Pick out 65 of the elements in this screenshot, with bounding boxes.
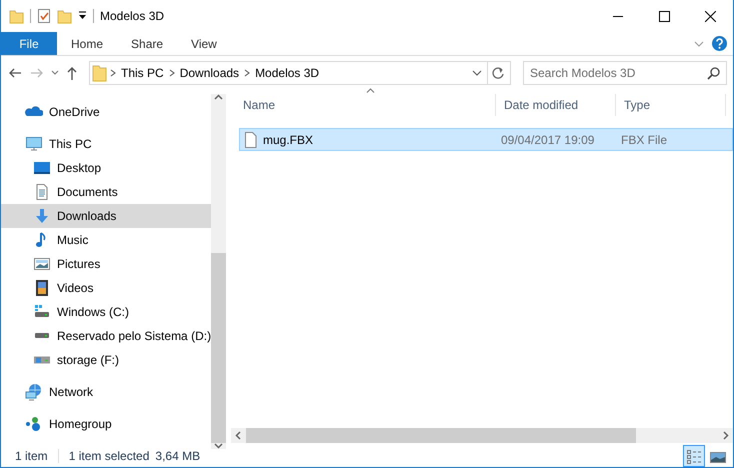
date-cell-text: 09/04/2017 19:09 (501, 132, 596, 148)
download-arrow-icon (33, 207, 51, 225)
vertical-scrollbar[interactable] (211, 94, 226, 449)
horizontal-scrollbar[interactable] (231, 428, 733, 443)
ribbon-tab[interactable]: Share (117, 32, 178, 55)
help-icon[interactable] (712, 36, 727, 51)
breadcrumb-item[interactable]: This PC (118, 64, 167, 82)
breadcrumb-item[interactable]: Downloads (176, 64, 242, 82)
recent-dropdown-icon[interactable] (51, 70, 59, 76)
computer-icon (25, 135, 43, 153)
scroll-up-icon[interactable] (214, 94, 223, 100)
search-box[interactable]: Search Modelos 3D (523, 61, 727, 85)
sidebar-item[interactable]: Homegroup (1, 412, 211, 436)
selection-count: 1 item selected (68, 448, 150, 465)
file-row[interactable]: mug.FBX 09/04/2017 19:09 FBX File (239, 128, 733, 151)
sidebar-item[interactable]: Network (1, 380, 211, 404)
sidebar-item[interactable]: Pictures (1, 252, 211, 276)
list-icon (685, 447, 703, 465)
sidebar-item[interactable]: Reservado pelo Sistema (D:) (1, 324, 211, 348)
address-bar[interactable]: This PC Downloads Modelos 3D (89, 61, 511, 85)
sidebar-item[interactable]: OneDrive (1, 100, 211, 124)
network-icon (25, 383, 43, 401)
selection-size: 3,64 MB (155, 448, 200, 465)
folder-icon (90, 64, 108, 82)
people-icon (25, 415, 43, 433)
chevron-icon[interactable] (108, 68, 118, 78)
column-header[interactable]: Name (235, 94, 496, 116)
sidebar-item[interactable]: Videos (1, 276, 211, 300)
drive-icon (34, 332, 50, 340)
maximize-icon (658, 10, 670, 22)
up-icon[interactable] (65, 65, 79, 81)
file-name: mug.FBX (263, 132, 314, 148)
ribbon-tab[interactable]: View (177, 32, 231, 55)
window-title: Modelos 3D (100, 8, 164, 25)
sidebar-item[interactable]: Windows (C:) (1, 300, 211, 324)
column-header[interactable]: Type (616, 94, 726, 116)
scrollbar-thumb[interactable] (211, 253, 226, 443)
file-icon (244, 132, 257, 148)
sidebar-item[interactable]: Documents (1, 180, 211, 204)
sort-ascending-icon (366, 88, 374, 93)
picture-icon (33, 255, 51, 273)
expand-ribbon-icon[interactable] (694, 40, 704, 46)
dropdown-icon[interactable] (78, 11, 87, 21)
desktop-icon (33, 159, 51, 177)
sidebar-item[interactable]: storage (F:) (1, 348, 211, 372)
sidebar-item[interactable]: Downloads (1, 204, 211, 228)
details-view-button[interactable] (683, 445, 705, 467)
drive-icon (34, 356, 50, 364)
item-count: 1 item (15, 448, 48, 465)
breadcrumb-item[interactable]: Modelos 3D (252, 64, 322, 82)
chevron-icon[interactable] (242, 68, 252, 78)
film-icon (33, 279, 51, 297)
scrollbar-thumb[interactable] (246, 428, 636, 443)
file-tab[interactable]: File (1, 32, 57, 55)
search-icon (707, 66, 720, 80)
sidebar-item[interactable]: Music (1, 228, 211, 252)
properties-icon[interactable] (37, 8, 51, 24)
scroll-down-icon[interactable] (214, 443, 223, 449)
sidebar-item[interactable]: Desktop (1, 156, 211, 180)
ribbon-tab[interactable]: Home (57, 32, 118, 55)
separator (30, 9, 31, 23)
type-cell-text: FBX File (621, 132, 668, 148)
close-icon (704, 10, 716, 22)
sidebar-item[interactable]: This PC (1, 132, 211, 156)
column-header[interactable]: Date modified (496, 94, 616, 116)
